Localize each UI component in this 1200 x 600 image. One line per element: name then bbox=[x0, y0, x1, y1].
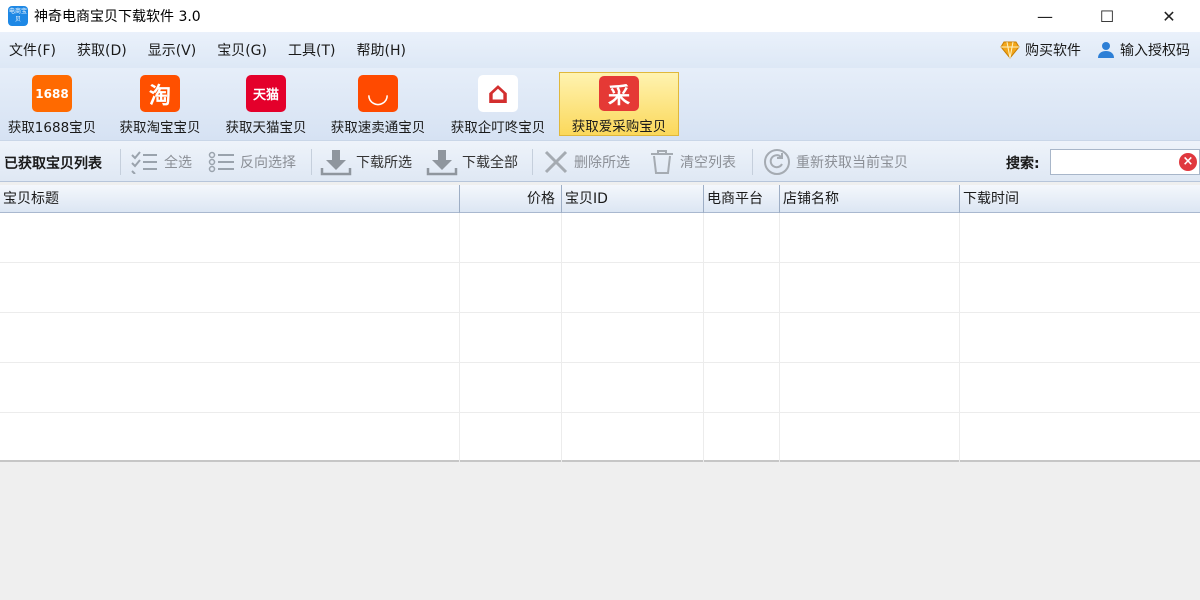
download-selected-button[interactable]: 下载所选 bbox=[320, 147, 412, 177]
buy-software-button[interactable]: 购买软件 bbox=[1000, 40, 1081, 60]
fetch-taobao-button[interactable]: 淘 获取淘宝宝贝 bbox=[110, 72, 210, 136]
table-row[interactable] bbox=[0, 213, 1200, 263]
menu-help[interactable]: 帮助(H) bbox=[356, 40, 405, 60]
table-row[interactable] bbox=[0, 313, 1200, 363]
aicaigou-icon: 采 bbox=[599, 76, 639, 111]
trash-icon bbox=[651, 150, 673, 174]
download-all-label: 下载全部 bbox=[462, 155, 518, 171]
column-divider bbox=[703, 213, 704, 462]
table-header: 宝贝标题 价格 宝贝ID 电商平台 店铺名称 下载时间 bbox=[0, 185, 1200, 213]
menu-bar: 文件(F) 获取(D) 显示(V) 宝贝(G) 工具(T) 帮助(H) 购买软件… bbox=[0, 32, 1200, 68]
title-bar: 电商宝贝 神奇电商宝贝下载软件 3.0 — ☐ ✕ bbox=[0, 0, 1200, 32]
column-header-price[interactable]: 价格 bbox=[460, 185, 562, 213]
goods-table: 宝贝标题 价格 宝贝ID 电商平台 店铺名称 下载时间 bbox=[0, 185, 1200, 462]
delete-selected-button[interactable]: 删除所选 bbox=[542, 147, 630, 177]
menu-goods[interactable]: 宝贝(G) bbox=[217, 40, 267, 60]
1688-icon: 1688 bbox=[32, 75, 72, 112]
fetch-qidingdong-button[interactable]: ⌂ 获取企叮咚宝贝 bbox=[442, 72, 554, 136]
download-icon bbox=[426, 150, 458, 176]
table-row[interactable] bbox=[0, 413, 1200, 463]
column-divider bbox=[459, 213, 460, 462]
close-button[interactable]: ✕ bbox=[1138, 0, 1200, 32]
table-row[interactable] bbox=[0, 263, 1200, 313]
tmall-icon: 天猫 bbox=[246, 75, 286, 112]
buy-software-label: 购买软件 bbox=[1025, 43, 1081, 59]
app-icon: 电商宝贝 bbox=[8, 6, 28, 26]
menu-view[interactable]: 显示(V) bbox=[148, 40, 197, 60]
column-header-download-time[interactable]: 下载时间 bbox=[960, 185, 1200, 213]
clear-list-label: 清空列表 bbox=[680, 155, 736, 171]
menu-fetch[interactable]: 获取(D) bbox=[77, 40, 127, 60]
house-icon: ⌂ bbox=[478, 75, 518, 112]
delete-x-icon bbox=[544, 150, 568, 174]
download-all-button[interactable]: 下载全部 bbox=[426, 147, 518, 177]
fetch-qidingdong-label: 获取企叮咚宝贝 bbox=[450, 120, 546, 136]
checklist-icon bbox=[131, 151, 157, 174]
toolbar-separator bbox=[311, 149, 312, 175]
table-row[interactable] bbox=[0, 363, 1200, 413]
select-all-label: 全选 bbox=[164, 155, 192, 171]
invert-selection-button[interactable]: 反向选择 bbox=[208, 147, 296, 177]
column-header-item-id[interactable]: 宝贝ID bbox=[562, 185, 704, 213]
toolbar-separator bbox=[120, 149, 121, 175]
clear-list-button[interactable]: 清空列表 bbox=[648, 147, 736, 177]
diamond-icon bbox=[1000, 41, 1020, 59]
delete-selected-label: 删除所选 bbox=[574, 155, 630, 171]
column-header-title[interactable]: 宝贝标题 bbox=[0, 185, 460, 213]
refetch-label: 重新获取当前宝贝 bbox=[796, 155, 908, 171]
list-title: 已获取宝贝列表 bbox=[4, 156, 102, 172]
taobao-icon: 淘 bbox=[140, 75, 180, 112]
app-icon-label: 电商宝贝 bbox=[9, 8, 28, 23]
download-selected-label: 下载所选 bbox=[356, 155, 412, 171]
window-title: 神奇电商宝贝下载软件 3.0 bbox=[34, 9, 201, 25]
fetch-aicaigou-button[interactable]: 采 获取爱采购宝贝 bbox=[559, 72, 679, 136]
refresh-icon bbox=[764, 149, 790, 175]
fetch-1688-label: 获取1688宝贝 bbox=[7, 120, 97, 136]
list-icon bbox=[208, 151, 234, 173]
download-icon bbox=[320, 150, 352, 176]
maximize-button[interactable]: ☐ bbox=[1076, 0, 1138, 32]
search-label: 搜索: bbox=[1006, 156, 1040, 172]
enter-license-button[interactable]: 输入授权码 bbox=[1097, 40, 1190, 60]
fetch-tmall-label: 获取天猫宝贝 bbox=[225, 120, 307, 136]
fetch-taobao-label: 获取淘宝宝贝 bbox=[119, 120, 201, 136]
fetch-tmall-button[interactable]: 天猫 获取天猫宝贝 bbox=[216, 72, 316, 136]
search-input[interactable] bbox=[1051, 150, 1171, 174]
minimize-button[interactable]: — bbox=[1014, 0, 1076, 32]
column-divider bbox=[561, 213, 562, 462]
menu-file[interactable]: 文件(F) bbox=[9, 40, 56, 60]
menu-right: 购买软件 输入授权码 bbox=[1000, 32, 1190, 68]
column-header-shop[interactable]: 店铺名称 bbox=[780, 185, 960, 213]
search-box: × bbox=[1050, 149, 1200, 175]
column-divider bbox=[959, 213, 960, 462]
column-header-platform[interactable]: 电商平台 bbox=[704, 185, 780, 213]
column-divider bbox=[779, 213, 780, 462]
select-all-button[interactable]: 全选 bbox=[130, 147, 192, 177]
fetch-1688-button[interactable]: 1688 获取1688宝贝 bbox=[2, 72, 102, 136]
toolbar-separator bbox=[532, 149, 533, 175]
ribbon: 1688 获取1688宝贝 淘 获取淘宝宝贝 天猫 获取天猫宝贝 ◡ 获取速卖通… bbox=[0, 68, 1200, 140]
toolbar: 已获取宝贝列表 全选 反向选择 下载所选 下载全部 删除所选 清空列表 重新获取… bbox=[0, 140, 1200, 182]
aliexpress-icon: ◡ bbox=[358, 75, 398, 112]
window-controls: — ☐ ✕ bbox=[1014, 0, 1200, 32]
fetch-aliexpress-label: 获取速卖通宝贝 bbox=[330, 120, 426, 136]
enter-license-label: 输入授权码 bbox=[1120, 43, 1190, 59]
invert-selection-label: 反向选择 bbox=[240, 155, 296, 171]
user-icon bbox=[1098, 42, 1114, 58]
fetch-aliexpress-button[interactable]: ◡ 获取速卖通宝贝 bbox=[322, 72, 434, 136]
menu-tools[interactable]: 工具(T) bbox=[288, 40, 335, 60]
refetch-button[interactable]: 重新获取当前宝贝 bbox=[762, 147, 908, 177]
fetch-aicaigou-label: 获取爱采购宝贝 bbox=[571, 119, 667, 135]
toolbar-separator bbox=[752, 149, 753, 175]
clear-search-icon[interactable]: × bbox=[1179, 153, 1197, 171]
